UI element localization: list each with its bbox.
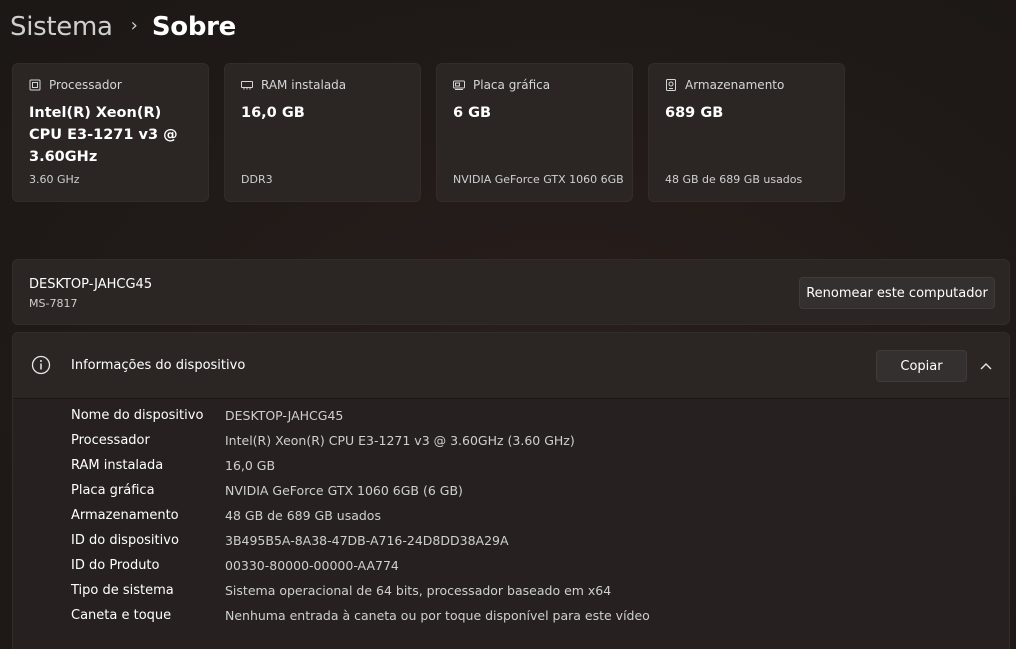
breadcrumb: Sistema › Sobre: [10, 8, 236, 46]
info-row: Placa gráfica NVIDIA GeForce GTX 1060 6G…: [13, 481, 1009, 506]
info-row-value: Intel(R) Xeon(R) CPU E3-1271 v3 @ 3.60GH…: [225, 433, 575, 448]
info-row-value: Sistema operacional de 64 bits, processa…: [225, 583, 612, 598]
card-value: Intel(R) Xeon(R) CPU E3-1271 v3 @ 3.60GH…: [29, 105, 178, 165]
card-storage: Armazenamento 689 GB 48 GB de 689 GB usa…: [648, 63, 845, 202]
gpu-icon: [453, 80, 465, 90]
chevron-up-icon[interactable]: [975, 355, 997, 377]
info-row-label: ID do Produto: [71, 558, 160, 573]
info-row: RAM instalada 16,0 GB: [13, 456, 1009, 481]
card-gpu: Placa gráfica 6 GB NVIDIA GeForce GTX 10…: [436, 63, 633, 202]
device-info-title: Informações do dispositivo: [71, 358, 246, 373]
cpu-icon: [29, 79, 41, 91]
card-processor: Processador Intel(R) Xeon(R) CPU E3-1271…: [12, 63, 209, 202]
card-sub: 48 GB de 689 GB usados: [665, 173, 803, 186]
card-label: Armazenamento: [685, 78, 785, 92]
info-row-label: Tipo de sistema: [71, 583, 174, 598]
info-row: Nome do dispositivo DESKTOP-JAHCG45: [13, 406, 1009, 431]
card-ram: RAM instalada 16,0 GB DDR3: [224, 63, 421, 202]
info-row-value: 3B495B5A-8A38-47DB-A716-24D8DD38A29A: [225, 533, 509, 548]
info-row: Caneta e toque Nenhuma entrada à caneta …: [13, 606, 1009, 631]
info-row-value: DESKTOP-JAHCG45: [225, 408, 344, 423]
device-info-rows: Nome do dispositivo DESKTOP-JAHCG45 Proc…: [13, 406, 1009, 631]
info-row-value: NVIDIA GeForce GTX 1060 6GB (6 GB): [225, 483, 463, 498]
info-row-label: Processador: [71, 433, 150, 448]
device-name: DESKTOP-JAHCG45: [29, 277, 153, 292]
chevron-right-icon: ›: [130, 14, 138, 36]
card-value: 6 GB: [453, 105, 492, 121]
breadcrumb-sistema[interactable]: Sistema: [10, 12, 113, 42]
info-row-label: RAM instalada: [71, 458, 164, 473]
page-title: Sobre: [151, 12, 236, 42]
info-row: Processador Intel(R) Xeon(R) CPU E3-1271…: [13, 431, 1009, 456]
device-info-header[interactable]: Informações do dispositivo Copiar: [13, 333, 1009, 399]
info-row-label: ID do dispositivo: [71, 533, 179, 548]
rename-pc-button[interactable]: Renomear este computador: [799, 277, 995, 309]
info-row-label: Caneta e toque: [71, 608, 172, 623]
device-model: MS-7817: [29, 297, 78, 310]
info-row-value: 00330-80000-00000-AA774: [225, 558, 399, 573]
card-label: RAM instalada: [261, 78, 347, 92]
info-row-value: 16,0 GB: [225, 458, 276, 473]
info-row-label: Armazenamento: [71, 508, 179, 523]
copy-button[interactable]: Copiar: [876, 350, 967, 382]
card-sub: NVIDIA GeForce GTX 1060 6GB: [453, 173, 624, 186]
info-row-label: Nome do dispositivo: [71, 408, 204, 423]
card-label: Processador: [49, 78, 122, 92]
device-info-panel: Informações do dispositivo Copiar Nome d…: [12, 332, 1010, 649]
info-row: Armazenamento 48 GB de 689 GB usados: [13, 506, 1009, 531]
about-page: Sistema › Sobre Processador Intel(R) Xeo…: [0, 0, 1016, 649]
card-sub: 3.60 GHz: [29, 173, 80, 186]
info-row-value: Nenhuma entrada à caneta ou por toque di…: [225, 608, 650, 623]
info-row-value: 48 GB de 689 GB usados: [225, 508, 381, 523]
card-value: 689 GB: [665, 105, 724, 121]
info-row-label: Placa gráfica: [71, 483, 155, 498]
card-label: Placa gráfica: [473, 78, 551, 92]
info-row: ID do Produto 00330-80000-00000-AA774: [13, 556, 1009, 581]
card-value: 16,0 GB: [241, 105, 305, 121]
storage-icon: [666, 79, 676, 91]
card-sub: DDR3: [241, 173, 273, 186]
info-row: ID do dispositivo 3B495B5A-8A38-47DB-A71…: [13, 531, 1009, 556]
info-row: Tipo de sistema Sistema operacional de 6…: [13, 581, 1009, 606]
ram-icon: [241, 81, 253, 90]
device-name-row: DESKTOP-JAHCG45 MS-7817 Renomear este co…: [12, 259, 1010, 325]
info-icon: [31, 355, 51, 375]
